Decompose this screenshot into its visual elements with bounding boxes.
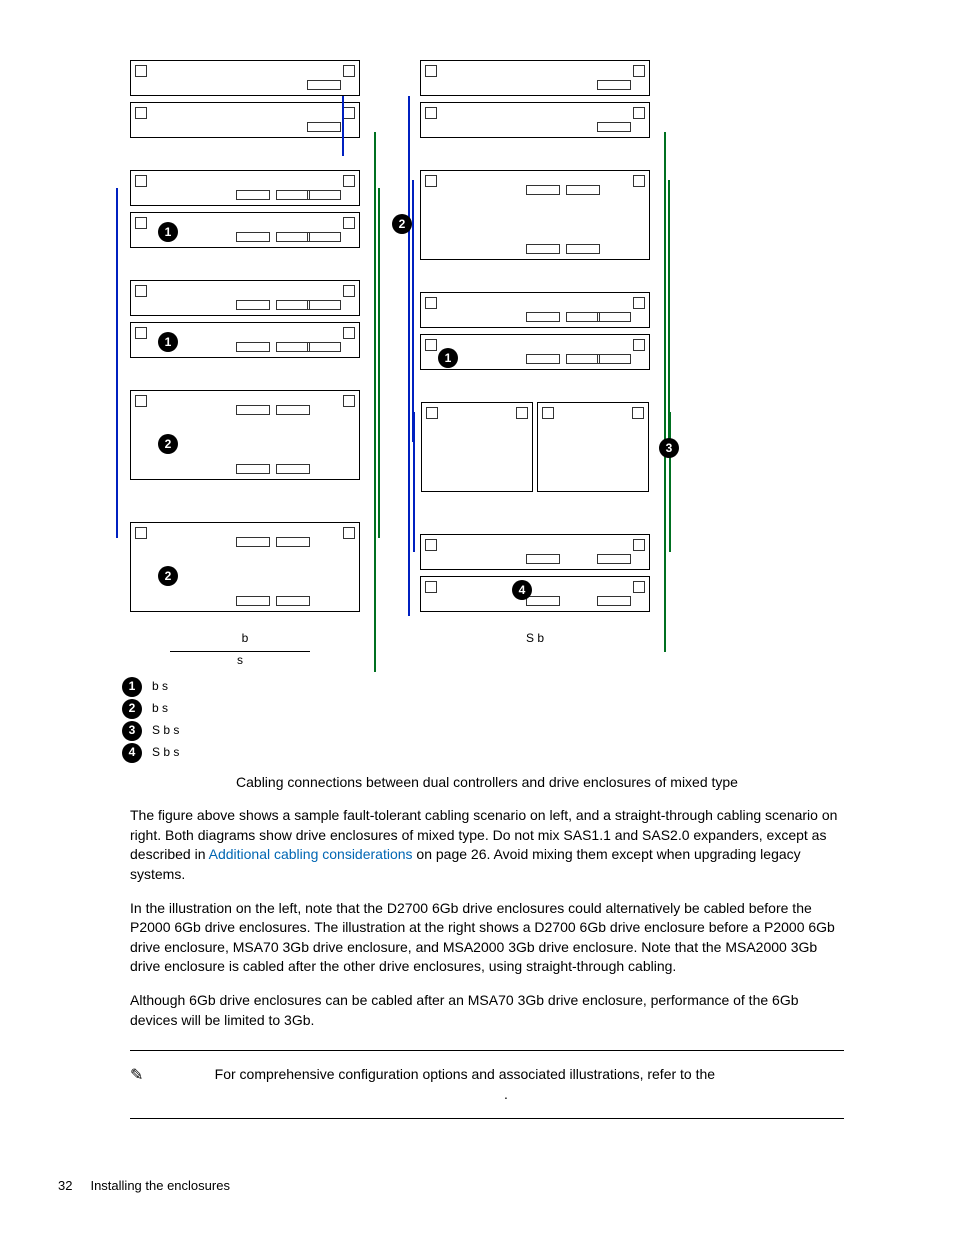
- legend-callout-1: 1: [122, 677, 142, 697]
- callout-r2-icon: 2: [392, 214, 412, 234]
- note-text: For comprehensive configuration options …: [215, 1066, 715, 1082]
- note-label: NOTE:: [168, 1066, 211, 1082]
- callout-r4-icon: 4: [512, 580, 532, 600]
- left-sub-b: b: [242, 630, 249, 647]
- paragraph-1: The figure above shows a sample fault-to…: [130, 806, 844, 884]
- enclosure-controller-b-r: [420, 102, 650, 138]
- enclosure-controller-a: [130, 60, 360, 96]
- enclosure-pair-r4: 4: [420, 534, 650, 618]
- diagram-left-fault-tolerant: 1 1 2 2 b: [130, 60, 360, 669]
- callout-r1-icon: 1: [438, 348, 458, 368]
- legend-callout-4: 4: [122, 743, 142, 763]
- enclosure-pair-r3: 3: [421, 402, 649, 498]
- right-sub: S b: [526, 630, 544, 647]
- callout-r3-icon: 3: [659, 438, 679, 458]
- page-footer: 32 Installing the enclosures: [58, 1177, 230, 1195]
- legend-callout-3: 3: [122, 721, 142, 741]
- legend-title: s: [170, 651, 310, 669]
- callout-2b-icon: 2: [158, 566, 178, 586]
- enclosure-pair-1b: 1: [130, 280, 360, 364]
- note-block: ✎ NOTE: For comprehensive configuration …: [130, 1050, 844, 1119]
- figure-caption: Cabling connections between dual control…: [130, 773, 844, 793]
- footer-section: Installing the enclosures: [90, 1177, 229, 1195]
- diagram-right-straight-through: 2 1 3 4 S: [420, 60, 650, 669]
- legend-text-1: b s: [152, 678, 168, 695]
- note-end: .: [168, 1085, 844, 1105]
- callout-1b-icon: 1: [158, 332, 178, 352]
- link-additional-cabling[interactable]: Additional cabling considerations: [209, 846, 413, 862]
- callout-2-icon: 2: [158, 434, 178, 454]
- paragraph-3: Although 6Gb drive enclosures can be cab…: [130, 991, 844, 1030]
- legend-callout-2: 2: [122, 699, 142, 719]
- legend-text-2: b s: [152, 700, 168, 717]
- note-icon: ✎: [130, 1065, 150, 1087]
- enclosure-controller-a-r: [420, 60, 650, 96]
- enclosure-pair-2: 2: [130, 390, 360, 486]
- diagram-legend: 1 b s 2 b s 3 S b s 4 S b s: [122, 677, 844, 763]
- legend-text-4: S b s: [152, 744, 179, 761]
- enclosure-pair-r2: 2: [420, 170, 650, 266]
- page-number: 32: [58, 1177, 72, 1195]
- enclosure-pair-r1: 1: [420, 292, 650, 376]
- enclosure-controller-b: [130, 102, 360, 138]
- callout-1-icon: 1: [158, 222, 178, 242]
- enclosure-pair-1: 1: [130, 170, 360, 254]
- enclosure-pair-2b: 2: [130, 522, 360, 618]
- legend-text-3: S b s: [152, 722, 179, 739]
- paragraph-2: In the illustration on the left, note th…: [130, 899, 844, 977]
